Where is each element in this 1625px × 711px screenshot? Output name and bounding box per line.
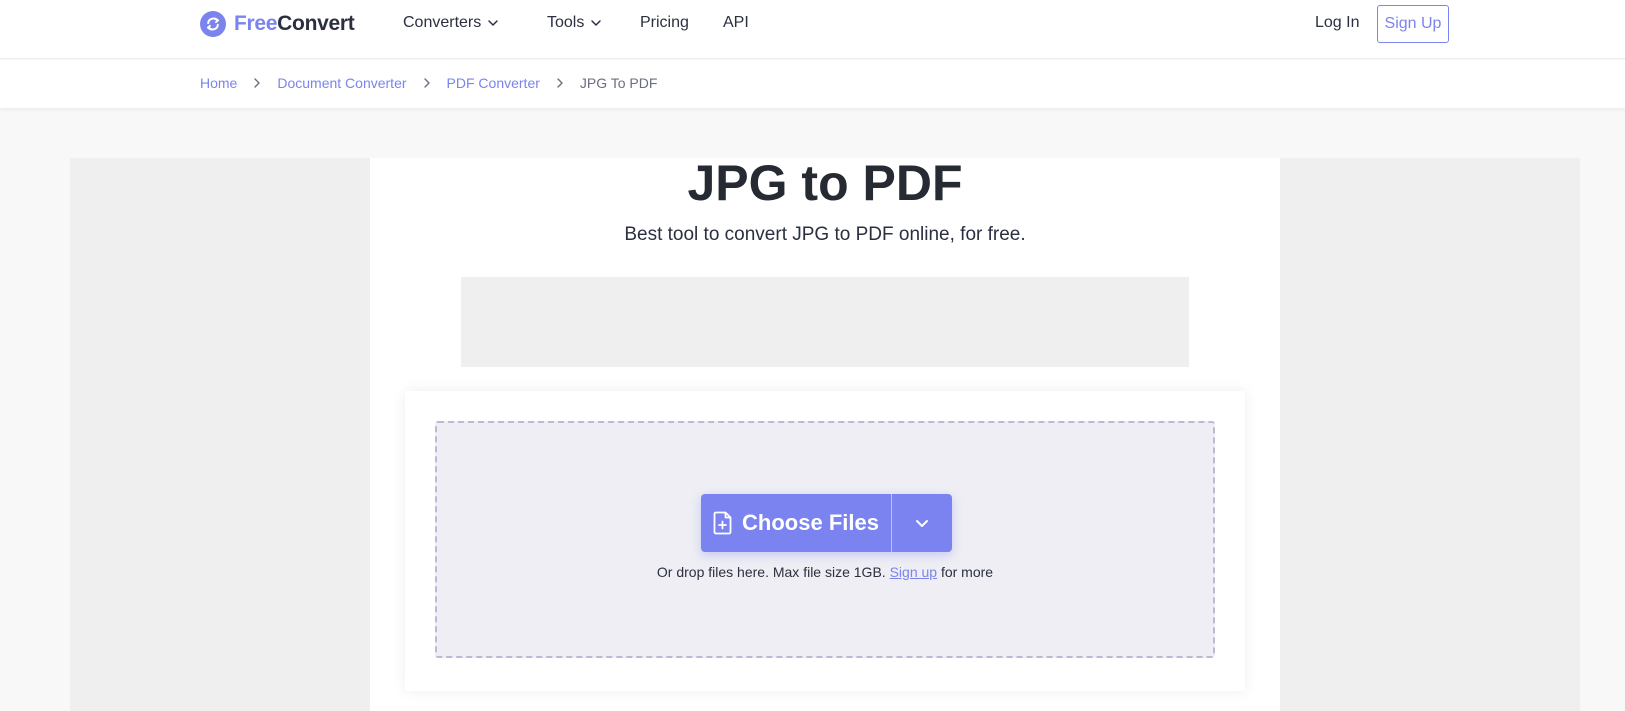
chevron-right-icon xyxy=(423,78,430,88)
drop-hint-suffix: for more xyxy=(940,564,994,580)
nav-api[interactable]: API xyxy=(723,13,749,33)
signup-button[interactable]: Sign Up xyxy=(1377,5,1449,43)
drop-hint: Or drop files here. Max file size 1GB. S… xyxy=(437,564,1213,580)
left-ad-placeholder xyxy=(70,158,370,711)
chevron-down-icon xyxy=(916,520,928,527)
signup-link[interactable]: Sign up xyxy=(890,564,937,580)
main-content: JPG to PDF Best tool to convert JPG to P… xyxy=(370,158,1280,711)
breadcrumb-current: JPG To PDF xyxy=(579,75,658,91)
page-title: JPG to PDF xyxy=(687,155,963,211)
breadcrumb-bar: Home Document Converter PDF Converter JP… xyxy=(0,60,1625,108)
file-plus-icon xyxy=(713,511,732,535)
upload-source-dropdown[interactable] xyxy=(892,494,952,552)
nav-pricing[interactable]: Pricing xyxy=(640,13,689,33)
nav-converters[interactable]: Converters xyxy=(403,13,499,33)
top-navbar: FreeConvert Converters Tools Pricing API… xyxy=(0,0,1625,59)
brand-logo[interactable]: FreeConvert xyxy=(200,11,355,37)
choose-files-label: Choose Files xyxy=(742,510,879,535)
breadcrumb-pdf-converter[interactable]: PDF Converter xyxy=(447,75,540,91)
nav-tools[interactable]: Tools xyxy=(547,13,602,33)
file-dropzone[interactable]: Choose Files Or drop files here. Max fil… xyxy=(435,421,1215,658)
refresh-icon xyxy=(200,11,226,37)
drop-hint-text: Or drop files here. Max file size 1GB. xyxy=(656,564,886,580)
top-ad-placeholder xyxy=(461,277,1189,367)
right-ad-placeholder xyxy=(1280,158,1580,711)
chevron-down-icon xyxy=(591,20,602,26)
chevron-down-icon xyxy=(488,20,498,26)
login-link[interactable]: Log In xyxy=(1315,14,1359,32)
upload-card: Choose Files Or drop files here. Max fil… xyxy=(405,391,1245,691)
nav-converters-label: Converters xyxy=(403,14,482,31)
choose-files-button[interactable]: Choose Files xyxy=(701,494,892,552)
chevron-right-icon xyxy=(557,78,563,88)
breadcrumb: Home Document Converter PDF Converter JP… xyxy=(200,75,657,91)
nav-tools-label: Tools xyxy=(547,14,585,31)
chevron-right-icon xyxy=(254,78,261,88)
choose-files-button-group: Choose Files xyxy=(701,494,952,552)
brand-name: FreeConvert xyxy=(234,12,355,35)
breadcrumb-document-converter[interactable]: Document Converter xyxy=(277,75,406,91)
page-subtitle: Best tool to convert JPG to PDF online, … xyxy=(624,224,1026,245)
breadcrumb-home[interactable]: Home xyxy=(200,75,237,91)
